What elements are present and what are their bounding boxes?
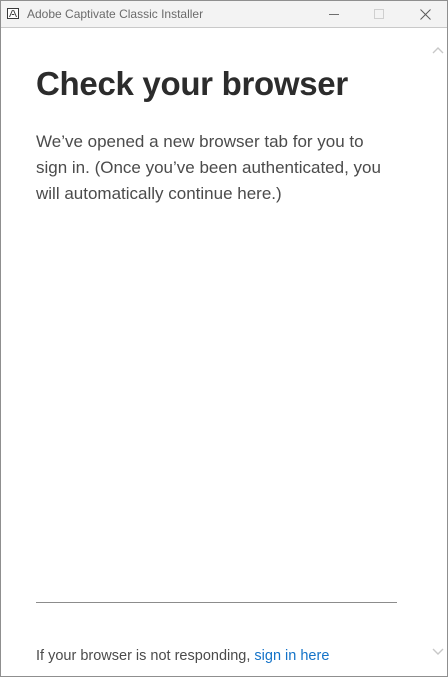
maximize-icon xyxy=(374,9,384,19)
page-title: Check your browser xyxy=(36,65,348,102)
chevron-down-icon xyxy=(432,648,444,655)
chevron-up-icon xyxy=(432,47,444,54)
vertical-scrollbar[interactable] xyxy=(429,29,447,676)
close-icon xyxy=(419,8,431,20)
scroll-down-button[interactable] xyxy=(432,647,444,657)
adobe-logo-icon xyxy=(7,8,19,19)
minimize-button[interactable] xyxy=(311,1,357,27)
title-bar[interactable]: Adobe Captivate Classic Installer xyxy=(1,1,447,28)
divider xyxy=(36,602,397,603)
window-title: Adobe Captivate Classic Installer xyxy=(27,7,204,21)
installer-window: Adobe Captivate Classic Installer Check … xyxy=(0,0,448,677)
minimize-icon xyxy=(329,14,339,15)
scroll-up-button[interactable] xyxy=(432,45,444,55)
close-button[interactable] xyxy=(402,1,447,27)
maximize-button[interactable] xyxy=(356,1,402,27)
instructions-text: We’ve opened a new browser tab for you t… xyxy=(36,132,381,203)
footer-prompt: If your browser is not responding, xyxy=(36,648,255,664)
sign-in-here-link[interactable]: sign in here xyxy=(254,648,329,664)
sign-in-panel: Check your browser We’ve opened a new br… xyxy=(3,29,429,676)
footer-text: If your browser is not responding, sign … xyxy=(36,648,329,664)
